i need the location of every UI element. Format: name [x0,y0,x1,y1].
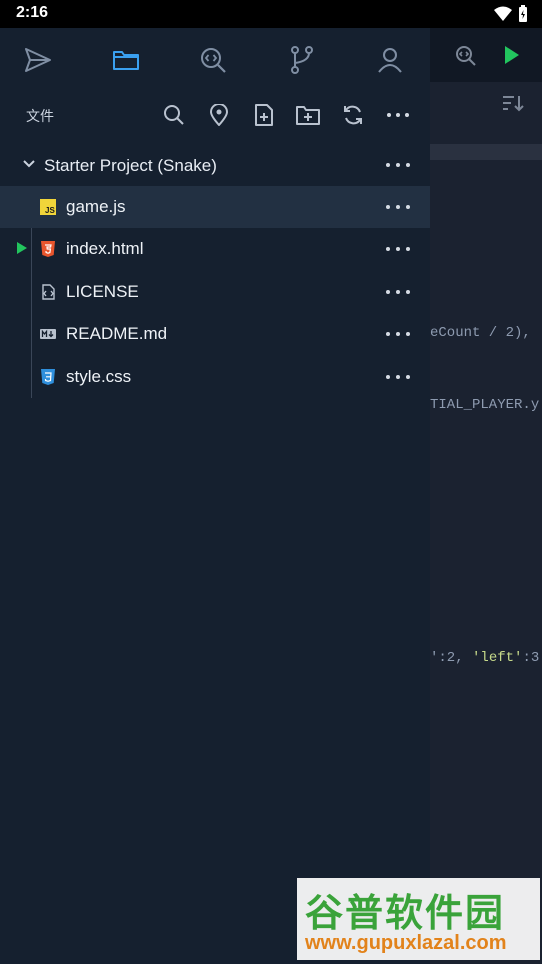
js-file-icon: JS [40,199,56,215]
code-search-icon [201,48,226,73]
new-file-button[interactable] [251,102,277,128]
location-pin-icon [209,104,229,126]
code-line: TIAL_PLAYER.y [430,397,540,413]
files-section-header: 文件 [0,98,430,132]
html5-file-icon [41,241,55,257]
code-search-icon[interactable] [454,44,478,68]
watermark-logo-text: 谷普软件园 [305,893,506,935]
current-line-highlight [430,144,542,160]
section-more-button[interactable] [385,102,411,128]
refresh-icon [344,105,362,125]
file-row-index-html[interactable]: index.html [0,228,430,270]
project-root[interactable]: Starter Project (Snake) [0,150,430,180]
nav-code-search-button[interactable] [193,40,233,80]
css3-file-icon [41,369,55,385]
search-files-button[interactable] [161,102,187,128]
file-row-game-js[interactable]: JS game.js [0,186,430,228]
sort-icon[interactable] [502,94,524,112]
wifi-icon [494,6,512,21]
code-token: ':2, [430,650,473,666]
nav-files-button[interactable] [106,40,146,80]
code-string-token: 'left' [472,650,523,666]
new-folder-icon [296,106,320,125]
watermark: 谷普软件园 www.gupuxlazal.com [297,878,540,960]
code-editor[interactable]: eCount / 2), TIAL_PLAYER.y ':2, 'left':3 [430,28,542,964]
search-icon [164,105,184,125]
file-name: style.css [66,367,132,386]
file-name: index.html [66,239,144,258]
file-row-style-css[interactable]: style.css [0,356,430,398]
file-row-readme-md[interactable]: README.md [0,313,430,355]
nav-git-button[interactable] [282,40,322,80]
code-line: ':2, 'left':3 [430,650,539,666]
send-icon [25,48,51,72]
markdown-file-icon [40,329,56,339]
git-branch-icon [291,46,313,74]
nav-account-button[interactable] [370,40,410,80]
code-file-icon [42,284,55,300]
chevron-down-icon [23,160,35,168]
watermark-url: www.gupuxlazal.com [305,932,507,954]
project-name: Starter Project (Snake) [44,156,217,175]
file-more-icon[interactable] [386,245,410,253]
more-icon [387,113,409,117]
file-name: README.md [66,324,168,343]
folder-icon [113,51,139,70]
new-folder-button[interactable] [295,102,321,128]
file-row-license[interactable]: LICENSE [0,271,430,313]
code-line: eCount / 2), [430,325,531,341]
svg-text:JS: JS [45,206,55,215]
editor-toolbar [430,28,542,82]
user-icon [378,48,402,73]
status-time: 2:16 [16,4,49,21]
status-icons [494,5,528,23]
code-token: :3 [522,650,540,666]
run-indicator-icon [17,242,27,254]
file-more-icon[interactable] [386,288,410,296]
drawer-top-nav [0,28,430,90]
file-drawer: 文件 Starter Project (Snake) JS game.js in… [0,28,430,964]
run-icon[interactable] [502,44,522,66]
file-more-icon[interactable] [386,203,410,211]
status-bar: 2:16 [0,0,542,28]
refresh-button[interactable] [340,102,366,128]
project-more-icon[interactable] [386,161,410,169]
new-file-icon [255,104,273,126]
locate-file-button[interactable] [206,102,232,128]
file-more-icon[interactable] [386,373,410,381]
file-more-icon[interactable] [386,330,410,338]
nav-share-button[interactable] [18,40,58,80]
file-name: game.js [66,197,126,216]
section-title: 文件 [26,108,54,124]
battery-icon [519,5,527,22]
file-name: LICENSE [66,282,139,301]
